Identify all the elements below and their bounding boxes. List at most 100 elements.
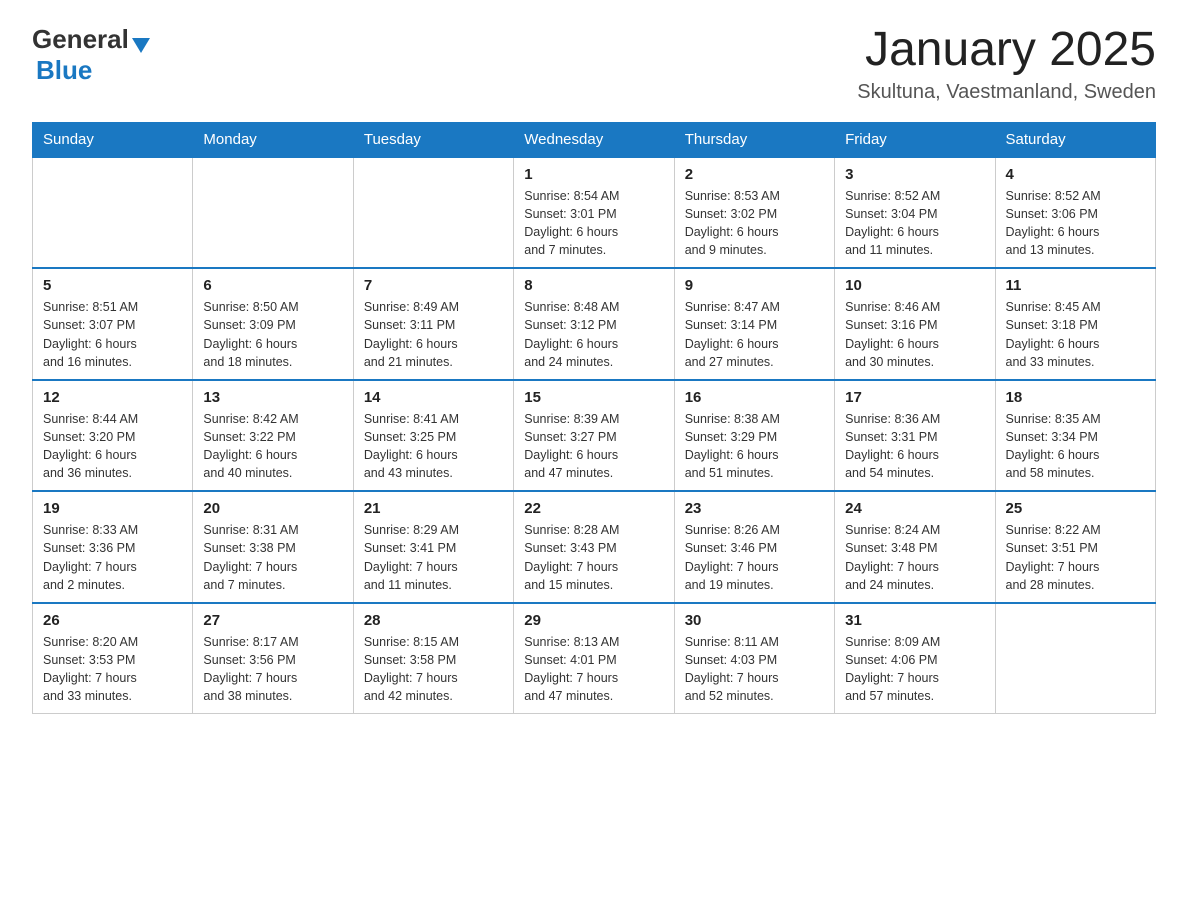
day-info: Sunrise: 8:44 AM Sunset: 3:20 PM Dayligh… bbox=[43, 410, 182, 483]
day-info: Sunrise: 8:54 AM Sunset: 3:01 PM Dayligh… bbox=[524, 187, 663, 260]
day-info: Sunrise: 8:11 AM Sunset: 4:03 PM Dayligh… bbox=[685, 633, 824, 706]
day-number: 19 bbox=[43, 500, 182, 517]
calendar-subtitle: Skultuna, Vaestmanland, Sweden bbox=[857, 81, 1156, 104]
header-tuesday: Tuesday bbox=[353, 122, 513, 157]
day-number: 21 bbox=[364, 500, 503, 517]
day-info: Sunrise: 8:24 AM Sunset: 3:48 PM Dayligh… bbox=[845, 521, 984, 594]
day-info: Sunrise: 8:09 AM Sunset: 4:06 PM Dayligh… bbox=[845, 633, 984, 706]
calendar-cell: 30 Sunrise: 8:11 AM Sunset: 4:03 PM Dayli… bbox=[674, 603, 834, 714]
day-info: Sunrise: 8:47 AM Sunset: 3:14 PM Dayligh… bbox=[685, 298, 824, 371]
calendar-header: SundayMondayTuesdayWednesdayThursdayFrid… bbox=[33, 122, 1156, 157]
day-info: Sunrise: 8:45 AM Sunset: 3:18 PM Dayligh… bbox=[1006, 298, 1145, 371]
day-number: 31 bbox=[845, 612, 984, 629]
day-number: 30 bbox=[685, 612, 824, 629]
day-number: 6 bbox=[203, 277, 342, 294]
day-info: Sunrise: 8:31 AM Sunset: 3:38 PM Dayligh… bbox=[203, 521, 342, 594]
calendar-cell: 2Sunrise: 8:53 AM Sunset: 3:02 PM Daylig… bbox=[674, 157, 834, 269]
day-number: 22 bbox=[524, 500, 663, 517]
day-info: Sunrise: 8:20 AM Sunset: 3:53 PM Dayligh… bbox=[43, 633, 182, 706]
header-thursday: Thursday bbox=[674, 122, 834, 157]
day-number: 14 bbox=[364, 389, 503, 406]
day-number: 10 bbox=[845, 277, 984, 294]
logo-general-text: General bbox=[32, 24, 129, 55]
calendar-cell: 31 Sunrise: 8:09 AM Sunset: 4:06 PM Dayli… bbox=[835, 603, 995, 714]
title-section: January 2025 Skultuna, Vaestmanland, Swe… bbox=[857, 24, 1156, 104]
header-monday: Monday bbox=[193, 122, 353, 157]
day-number: 3 bbox=[845, 166, 984, 183]
day-info: Sunrise: 8:38 AM Sunset: 3:29 PM Dayligh… bbox=[685, 410, 824, 483]
day-info: Sunrise: 8:39 AM Sunset: 3:27 PM Dayligh… bbox=[524, 410, 663, 483]
day-info: Sunrise: 8:22 AM Sunset: 3:51 PM Dayligh… bbox=[1006, 521, 1145, 594]
header-sunday: Sunday bbox=[33, 122, 193, 157]
calendar-cell: 19 Sunrise: 8:33 AM Sunset: 3:36 PM Dayli… bbox=[33, 491, 193, 603]
calendar-cell: 7Sunrise: 8:49 AM Sunset: 3:11 PM Daylig… bbox=[353, 268, 513, 380]
calendar-cell: 22 Sunrise: 8:28 AM Sunset: 3:43 PM Dayli… bbox=[514, 491, 674, 603]
day-number: 8 bbox=[524, 277, 663, 294]
week-row-3: 12 Sunrise: 8:44 AM Sunset: 3:20 PM Dayli… bbox=[33, 380, 1156, 492]
calendar-cell: 14 Sunrise: 8:41 AM Sunset: 3:25 PM Dayli… bbox=[353, 380, 513, 492]
calendar-cell: 28 Sunrise: 8:15 AM Sunset: 3:58 PM Dayli… bbox=[353, 603, 513, 714]
calendar-cell: 18 Sunrise: 8:35 AM Sunset: 3:34 PM Dayli… bbox=[995, 380, 1155, 492]
day-info: Sunrise: 8:41 AM Sunset: 3:25 PM Dayligh… bbox=[364, 410, 503, 483]
day-number: 23 bbox=[685, 500, 824, 517]
day-number: 29 bbox=[524, 612, 663, 629]
calendar-cell: 21 Sunrise: 8:29 AM Sunset: 3:41 PM Dayli… bbox=[353, 491, 513, 603]
calendar-table: SundayMondayTuesdayWednesdayThursdayFrid… bbox=[32, 122, 1156, 715]
calendar-cell: 5 Sunrise: 8:51 AM Sunset: 3:07 PM Daylig… bbox=[33, 268, 193, 380]
calendar-title: January 2025 bbox=[857, 24, 1156, 77]
day-number: 5 bbox=[43, 277, 182, 294]
day-info: Sunrise: 8:53 AM Sunset: 3:02 PM Dayligh… bbox=[685, 187, 824, 260]
calendar-cell: 3 Sunrise: 8:52 AM Sunset: 3:04 PM Daylig… bbox=[835, 157, 995, 269]
calendar-cell bbox=[33, 157, 193, 269]
day-info: Sunrise: 8:52 AM Sunset: 3:06 PM Dayligh… bbox=[1006, 187, 1145, 260]
calendar-cell: 11Sunrise: 8:45 AM Sunset: 3:18 PM Dayli… bbox=[995, 268, 1155, 380]
calendar-body: 1Sunrise: 8:54 AM Sunset: 3:01 PM Daylig… bbox=[33, 157, 1156, 714]
logo-triangle-icon bbox=[132, 38, 150, 53]
calendar-cell: 13Sunrise: 8:42 AM Sunset: 3:22 PM Dayli… bbox=[193, 380, 353, 492]
day-number: 25 bbox=[1006, 500, 1145, 517]
day-number: 18 bbox=[1006, 389, 1145, 406]
day-number: 7 bbox=[364, 277, 503, 294]
calendar-cell: 24 Sunrise: 8:24 AM Sunset: 3:48 PM Dayli… bbox=[835, 491, 995, 603]
calendar-cell: 8Sunrise: 8:48 AM Sunset: 3:12 PM Daylig… bbox=[514, 268, 674, 380]
calendar-cell: 17 Sunrise: 8:36 AM Sunset: 3:31 PM Dayli… bbox=[835, 380, 995, 492]
day-info: Sunrise: 8:13 AM Sunset: 4:01 PM Dayligh… bbox=[524, 633, 663, 706]
day-info: Sunrise: 8:26 AM Sunset: 3:46 PM Dayligh… bbox=[685, 521, 824, 594]
page-header: General Blue January 2025 Skultuna, Vaes… bbox=[32, 24, 1156, 104]
calendar-cell: 12 Sunrise: 8:44 AM Sunset: 3:20 PM Dayli… bbox=[33, 380, 193, 492]
header-saturday: Saturday bbox=[995, 122, 1155, 157]
day-number: 24 bbox=[845, 500, 984, 517]
day-info: Sunrise: 8:28 AM Sunset: 3:43 PM Dayligh… bbox=[524, 521, 663, 594]
week-row-4: 19 Sunrise: 8:33 AM Sunset: 3:36 PM Dayli… bbox=[33, 491, 1156, 603]
day-info: Sunrise: 8:17 AM Sunset: 3:56 PM Dayligh… bbox=[203, 633, 342, 706]
day-number: 13 bbox=[203, 389, 342, 406]
day-info: Sunrise: 8:29 AM Sunset: 3:41 PM Dayligh… bbox=[364, 521, 503, 594]
day-number: 27 bbox=[203, 612, 342, 629]
week-row-1: 1Sunrise: 8:54 AM Sunset: 3:01 PM Daylig… bbox=[33, 157, 1156, 269]
day-number: 17 bbox=[845, 389, 984, 406]
day-number: 12 bbox=[43, 389, 182, 406]
day-info: Sunrise: 8:33 AM Sunset: 3:36 PM Dayligh… bbox=[43, 521, 182, 594]
day-info: Sunrise: 8:35 AM Sunset: 3:34 PM Dayligh… bbox=[1006, 410, 1145, 483]
week-row-2: 5 Sunrise: 8:51 AM Sunset: 3:07 PM Daylig… bbox=[33, 268, 1156, 380]
calendar-cell bbox=[193, 157, 353, 269]
header-wednesday: Wednesday bbox=[514, 122, 674, 157]
calendar-cell: 20 Sunrise: 8:31 AM Sunset: 3:38 PM Dayli… bbox=[193, 491, 353, 603]
calendar-cell: 10Sunrise: 8:46 AM Sunset: 3:16 PM Dayli… bbox=[835, 268, 995, 380]
logo: General Blue bbox=[32, 24, 150, 86]
calendar-cell: 25 Sunrise: 8:22 AM Sunset: 3:51 PM Dayli… bbox=[995, 491, 1155, 603]
day-info: Sunrise: 8:52 AM Sunset: 3:04 PM Dayligh… bbox=[845, 187, 984, 260]
day-info: Sunrise: 8:50 AM Sunset: 3:09 PM Dayligh… bbox=[203, 298, 342, 371]
day-info: Sunrise: 8:15 AM Sunset: 3:58 PM Dayligh… bbox=[364, 633, 503, 706]
calendar-cell: 26Sunrise: 8:20 AM Sunset: 3:53 PM Dayli… bbox=[33, 603, 193, 714]
day-number: 20 bbox=[203, 500, 342, 517]
calendar-cell: 9Sunrise: 8:47 AM Sunset: 3:14 PM Daylig… bbox=[674, 268, 834, 380]
calendar-cell: 4Sunrise: 8:52 AM Sunset: 3:06 PM Daylig… bbox=[995, 157, 1155, 269]
calendar-cell: 29 Sunrise: 8:13 AM Sunset: 4:01 PM Dayli… bbox=[514, 603, 674, 714]
day-info: Sunrise: 8:36 AM Sunset: 3:31 PM Dayligh… bbox=[845, 410, 984, 483]
calendar-cell: 23 Sunrise: 8:26 AM Sunset: 3:46 PM Dayli… bbox=[674, 491, 834, 603]
day-number: 28 bbox=[364, 612, 503, 629]
logo-blue-text: Blue bbox=[36, 55, 92, 86]
day-info: Sunrise: 8:51 AM Sunset: 3:07 PM Dayligh… bbox=[43, 298, 182, 371]
header-friday: Friday bbox=[835, 122, 995, 157]
